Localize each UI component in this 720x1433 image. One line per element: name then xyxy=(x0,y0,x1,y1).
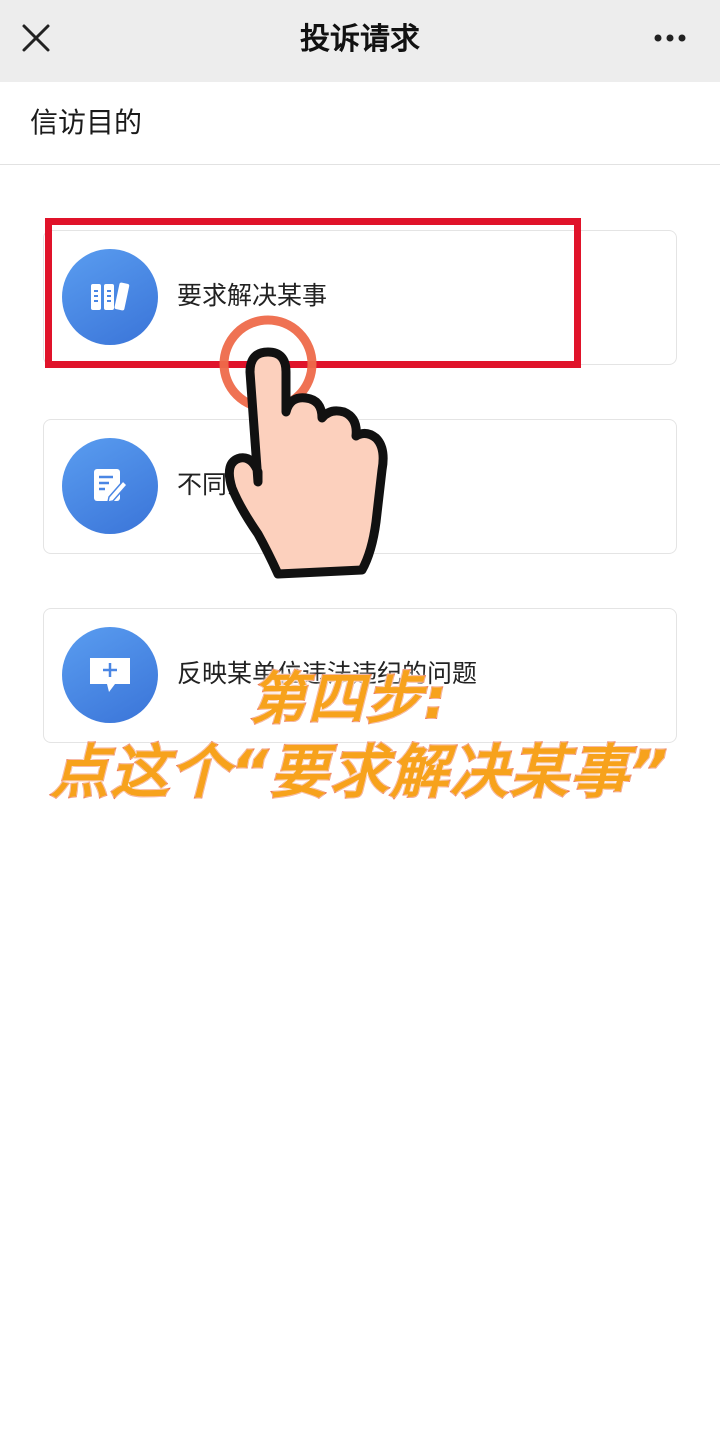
section-title: 信访目的 xyxy=(30,106,143,139)
edit-document-icon xyxy=(62,438,158,534)
section-header: 信访目的 xyxy=(0,82,720,165)
step-caption: 第四步: xyxy=(249,667,449,733)
page-title: 投诉请求 xyxy=(300,22,420,57)
navbar: 投诉请求 xyxy=(0,0,720,82)
more-dots-icon[interactable] xyxy=(652,22,692,54)
instruction-caption: 点这个“要求解决某事” xyxy=(50,737,670,807)
pointing-hand-icon xyxy=(219,315,388,579)
add-comment-icon xyxy=(62,627,158,723)
